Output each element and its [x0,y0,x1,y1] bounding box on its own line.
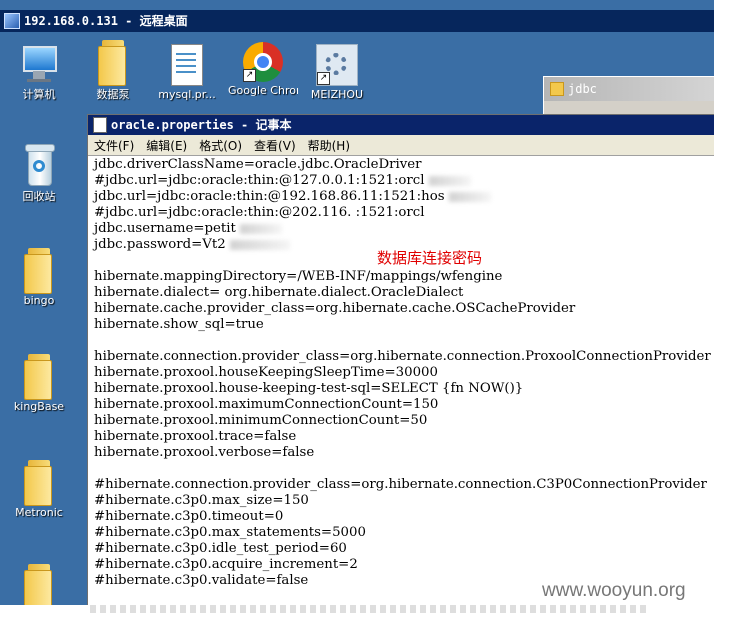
desktop-icon-label: mysql.pr... [158,88,216,101]
menu-file[interactable]: 文件(F) [88,137,140,154]
text-line: hibernate.mappingDirectory=/WEB-INF/mapp… [94,269,503,284]
folder-icon [24,248,54,294]
desktop-icon-folder[interactable] [4,564,74,605]
desktop-icon-chrome[interactable]: ↗ Google Chrome [228,42,298,96]
desktop-icon-data-pump[interactable]: 数据泵 [78,40,148,102]
text-line: #hibernate.c3p0.timeout=0 [94,509,284,524]
text-line: hibernate.connection.provider_class=org.… [94,349,711,364]
desktop-icon-label: Google Chrome [228,84,298,96]
remote-desktop-titlebar[interactable]: 192.168.0.131 - 远程桌面 [0,10,714,32]
remote-desktop-window: 192.168.0.131 - 远程桌面 计算机 数据泵 mysql.pr...… [0,0,714,605]
text-line: jdbc.url=jdbc:oracle:thin:@192.168.86.11… [94,189,714,205]
notepad-menubar: 文件(F) 编辑(E) 格式(O) 查看(V) 帮助(H) [88,135,714,156]
menu-help[interactable]: 帮助(H) [302,137,356,154]
text-line [94,333,714,349]
menu-format[interactable]: 格式(O) [193,137,248,154]
folder-icon [24,564,54,605]
recycle-bin-icon [23,144,55,186]
desktop-icon-metronic[interactable]: Metronic [4,460,74,519]
desktop-icon-label: 数据泵 [96,88,130,101]
text-line: hibernate.proxool.trace=false [94,429,297,444]
menu-edit[interactable]: 编辑(E) [140,137,193,154]
computer-icon [19,44,59,84]
redaction-blur [239,223,282,234]
notepad-icon [93,117,107,133]
password-annotation: 数据库连接密码 [377,249,483,267]
text-line: hibernate.proxool.verbose=false [94,445,315,460]
text-line: hibernate.proxool.house-keeping-test-sql… [94,381,524,396]
text-line: jdbc.driverClassName=oracle.jdbc.OracleD… [94,157,422,172]
desktop-icon-label: 回收站 [22,190,56,203]
text-line: #hibernate.c3p0.idle_test_period=60 [94,541,347,556]
folder-icon [98,40,128,86]
text-line: #hibernate.c3p0.acquire_increment=2 [94,557,358,572]
watermark: www.wooyun.org [542,580,686,601]
desktop-icon-label: bingo [23,294,55,307]
text-line: jdbc.username=petit [94,221,714,237]
redaction-blur [428,175,471,186]
document-icon [171,44,203,86]
notepad-title: oracle.properties - 记事本 [111,118,292,132]
desktop-icon-label: kingBase [13,400,65,413]
window-title: 192.168.0.131 - 远程桌面 [24,14,188,28]
desktop-icon-label: Metronic [15,506,63,519]
cropped-text-strip [90,605,650,613]
text-line: #hibernate.connection.provider_class=org… [94,477,707,492]
notepad-titlebar[interactable]: oracle.properties - 记事本 [88,115,714,135]
text-line: hibernate.show_sql=true [94,317,264,332]
gear-icon: ↗ [316,44,358,86]
desktop-icon-mysql[interactable]: mysql.pr... [152,44,222,101]
text-line: hibernate.proxool.maximumConnectionCount… [94,397,439,412]
text-line: hibernate.dialect= org.hibernate.dialect… [94,285,464,300]
text-line: #hibernate.c3p0.max_statements=5000 [94,525,366,540]
desktop-icon-kingbase[interactable]: kingBase [4,354,74,413]
redaction-blur [229,239,290,250]
text-line: hibernate.cache.provider_class=org.hiber… [94,301,576,316]
folder-icon [24,460,54,506]
text-line: #jdbc.url=jdbc:oracle:thin:@202.116. :15… [94,205,425,220]
redaction-blur [448,191,491,202]
text-line: hibernate.proxool.minimumConnectionCount… [94,413,428,428]
text-line: #jdbc.url=jdbc:oracle:thin:@127.0.0.1:15… [94,173,714,189]
folder-icon [550,82,564,96]
jdbc-window-titlebar[interactable]: jdbc [544,77,714,101]
desktop-icon-label: 计算机 [22,88,56,101]
desktop-icon-computer[interactable]: 计算机 [4,44,74,102]
desktop-icon-recycle-bin[interactable]: 回收站 [4,144,74,204]
jdbc-window-title: jdbc [568,82,597,96]
chrome-icon: ↗ [243,42,283,82]
remote-desktop-icon [4,13,20,29]
text-line: hibernate.proxool.houseKeepingSleepTime=… [94,365,438,380]
desktop-icon-label: MEIZHOU [310,88,364,101]
desktop-icon-meizhou[interactable]: ↗ MEIZHOU [302,44,372,101]
text-line: #hibernate.c3p0.max_size=150 [94,493,309,508]
text-line [94,461,714,477]
notepad-text-area[interactable]: jdbc.driverClassName=oracle.jdbc.OracleD… [94,157,714,605]
notepad-window: oracle.properties - 记事本 文件(F) 编辑(E) 格式(O… [87,114,714,605]
folder-icon [24,354,54,400]
desktop-icon-bingo[interactable]: bingo [4,248,74,307]
menu-view[interactable]: 查看(V) [248,137,302,154]
